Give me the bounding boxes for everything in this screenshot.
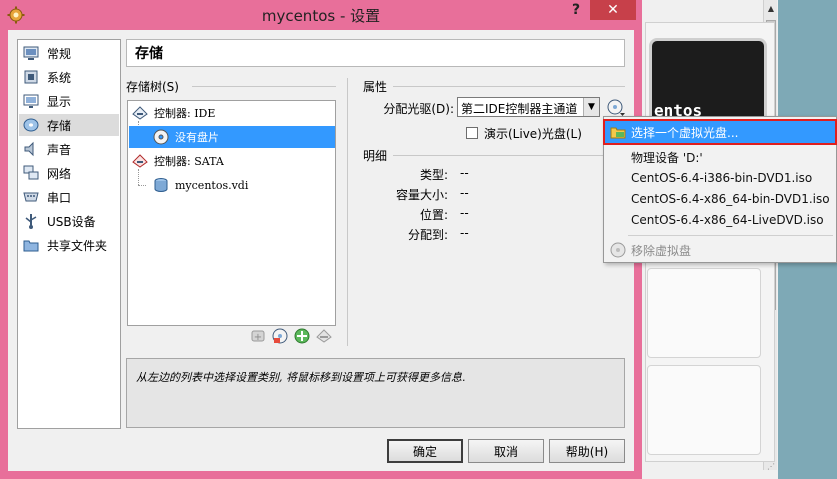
remove-attachment-icon[interactable] — [316, 328, 332, 344]
remove-disk-icon — [610, 242, 626, 258]
menu-item-label: 移除虚拟盘 — [631, 243, 692, 258]
detail-value: -- — [460, 206, 469, 220]
folder-icon — [610, 127, 626, 139]
add-controller-icon[interactable]: + — [250, 328, 266, 344]
tree-item-sata-controller[interactable]: 控制器: SATA — [129, 150, 335, 172]
sidebar-item-label: 存储 — [47, 118, 72, 133]
sidebar-item-label: 共享文件夹 — [47, 238, 108, 253]
live-cd-checkbox[interactable] — [466, 127, 478, 139]
hard-disk-icon — [154, 178, 168, 192]
dialog-body: 常规 系统 显示 存储 声音 网络 串口 USB设备 共享文件夹 存储 存储树(… — [8, 30, 634, 471]
title-bar[interactable]: mycentos - 设置 ? ✕ — [0, 0, 642, 30]
sidebar-item-label: 系统 — [47, 70, 72, 85]
tree-item-hard-disk[interactable]: mycentos.vdi — [129, 174, 335, 196]
window-title: mycentos - 设置 — [261, 7, 381, 25]
cancel-button[interactable]: 取消 — [468, 439, 544, 463]
sidebar-item-network[interactable]: 网络 — [19, 162, 119, 184]
menu-item-remove-disk[interactable]: 移除虚拟盘 — [605, 239, 835, 261]
detail-key: 分配到: — [407, 228, 448, 242]
details-card — [647, 268, 761, 358]
ide-controller-icon — [132, 106, 148, 120]
sidebar-item-display[interactable]: 显示 — [19, 90, 119, 112]
drive-label: 分配光驱(D): — [383, 102, 454, 116]
detail-key: 类型: — [419, 168, 448, 182]
display-icon — [23, 94, 39, 108]
sidebar-item-system[interactable]: 系统 — [19, 66, 119, 88]
group-divider — [393, 155, 625, 156]
general-icon — [23, 46, 39, 60]
detail-key: 容量大小: — [395, 188, 448, 202]
sidebar-item-general[interactable]: 常规 — [19, 42, 119, 64]
sidebar-item-usb[interactable]: USB设备 — [19, 210, 119, 232]
usb-icon — [25, 214, 37, 229]
system-icon — [24, 70, 38, 84]
sidebar-item-audio[interactable]: 声音 — [19, 138, 119, 160]
sidebar-item-label: 串口 — [47, 190, 72, 205]
sidebar-item-label: 显示 — [47, 94, 72, 109]
drive-select[interactable]: 第二IDE控制器主通道 — [457, 97, 600, 117]
sidebar-item-shared-folders[interactable]: 共享文件夹 — [19, 234, 119, 256]
storage-tree[interactable]: 控制器: IDE 没有盘片 控制器: SATA mycentos.vdi — [127, 100, 336, 326]
sidebar-item-label: 声音 — [47, 142, 72, 157]
detail-value: -- — [460, 166, 469, 180]
menu-separator — [628, 235, 833, 236]
tree-item-empty-drive[interactable]: 没有盘片 — [129, 126, 335, 148]
group-divider — [192, 86, 336, 87]
details-card — [647, 365, 761, 455]
svg-text:+: + — [254, 332, 262, 343]
audio-icon — [24, 141, 34, 157]
resize-grip-icon[interactable]: ⋰ — [767, 462, 777, 472]
menu-item-iso[interactable]: CentOS-6.4-x86_64-bin-DVD1.iso — [605, 188, 835, 210]
detail-value: -- — [460, 226, 469, 240]
live-cd-label: 演示(Live)光盘(L) — [484, 127, 582, 141]
optical-disc-icon — [153, 129, 169, 145]
sidebar-item-storage[interactable]: 存储 — [19, 114, 119, 136]
info-panel: 从左边的列表中选择设置类别, 将鼠标移到设置项上可获得更多信息. — [126, 358, 625, 428]
menu-item-label: CentOS-6.4-x86_64-LiveDVD.iso — [631, 213, 824, 227]
shared-folder-icon — [23, 240, 39, 252]
choose-disk-button[interactable] — [606, 98, 626, 118]
menu-item-label: CentOS-6.4-i386-bin-DVD1.iso — [631, 171, 813, 185]
tree-item-label: 没有盘片 — [175, 131, 219, 144]
menu-item-iso[interactable]: CentOS-6.4-i386-bin-DVD1.iso — [605, 167, 835, 189]
settings-category-list: 常规 系统 显示 存储 声音 网络 串口 USB设备 共享文件夹 — [17, 39, 121, 429]
sata-controller-icon — [132, 154, 148, 168]
menu-item-label: CentOS-6.4-x86_64-bin-DVD1.iso — [631, 192, 830, 206]
menu-item-choose-virtual-disc[interactable]: 选择一个虚拟光盘... — [603, 119, 837, 145]
details-label: 明细 — [363, 149, 388, 163]
sidebar-item-label: 常规 — [47, 46, 72, 61]
sidebar-item-serial-port[interactable]: 串口 — [19, 186, 119, 208]
menu-item-label: 选择一个虚拟光盘... — [631, 125, 739, 140]
menu-item-label: 物理设备 'D:' — [631, 150, 703, 165]
settings-dialog: mycentos - 设置 ? ✕ 常规 系统 显示 存储 声音 网络 串口 U… — [0, 0, 642, 479]
tree-item-label: 控制器: SATA — [154, 155, 224, 168]
sidebar-item-label: USB设备 — [47, 214, 96, 229]
add-disk-icon[interactable] — [294, 328, 310, 344]
scroll-up-icon[interactable]: ▲ — [765, 2, 777, 16]
page-title: 存储 — [126, 39, 625, 67]
attributes-label: 属性 — [363, 80, 388, 94]
tree-item-label: mycentos.vdi — [175, 178, 249, 192]
ok-button[interactable]: 确定 — [387, 439, 463, 463]
group-divider — [347, 78, 348, 346]
storage-icon — [23, 118, 39, 132]
menu-item-iso[interactable]: CentOS-6.4-x86_64-LiveDVD.iso — [605, 209, 835, 231]
serial-port-icon — [23, 192, 39, 202]
detail-key: 位置: — [419, 208, 448, 222]
chevron-down-icon[interactable]: ▼ — [583, 98, 599, 116]
help-button[interactable]: 帮助(H) — [549, 439, 625, 463]
vm-preview: entos — [649, 38, 767, 128]
storage-tree-label: 存储树(S) — [126, 80, 179, 94]
group-divider — [393, 86, 625, 87]
tree-item-label: 控制器: IDE — [154, 107, 216, 120]
disk-popup-menu: 选择一个虚拟光盘... 物理设备 'D:' CentOS-6.4-i386-bi… — [603, 116, 837, 263]
detail-value: -- — [460, 186, 469, 200]
network-icon — [23, 165, 39, 180]
sidebar-item-label: 网络 — [47, 166, 72, 181]
help-title-button[interactable]: ? — [566, 2, 586, 20]
add-attachment-icon[interactable] — [272, 328, 288, 344]
close-button[interactable]: ✕ — [590, 0, 636, 20]
tree-item-ide-controller[interactable]: 控制器: IDE — [129, 102, 335, 124]
menu-item-physical-drive[interactable]: 物理设备 'D:' — [605, 146, 835, 168]
